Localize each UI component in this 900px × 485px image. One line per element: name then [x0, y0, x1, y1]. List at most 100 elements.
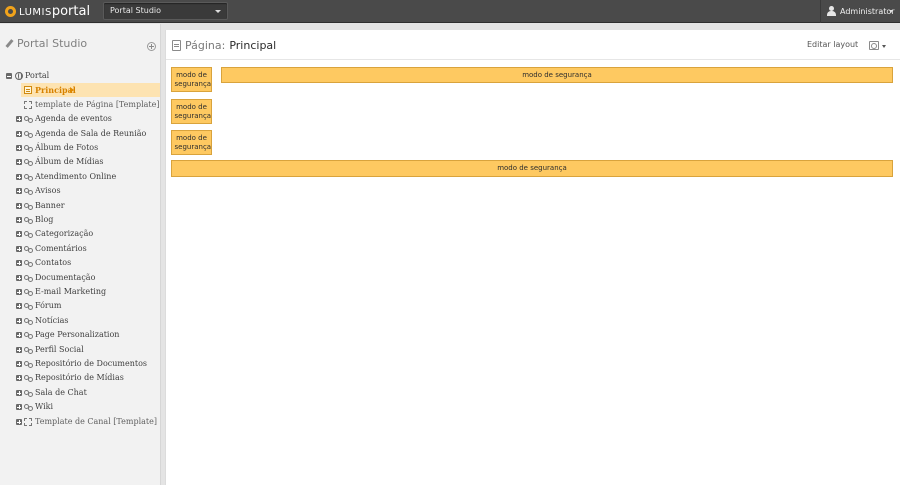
tree-item-label: Documentação [35, 273, 96, 282]
expand-icon[interactable] [16, 116, 22, 122]
tree-item[interactable]: Sala de Chat [0, 386, 160, 400]
channel-icon [24, 158, 33, 166]
page-title: Página: Principal [172, 39, 276, 52]
channel-icon [24, 288, 33, 296]
portal-select[interactable]: Portal Studio [103, 2, 228, 20]
expand-icon[interactable] [16, 361, 22, 367]
safe-mode-block[interactable]: modo de segurança [171, 67, 212, 92]
tree-item[interactable]: E-mail Marketing [0, 285, 160, 299]
user-menu[interactable]: Administrator [820, 0, 900, 23]
safe-mode-block[interactable]: modo de segurança [221, 67, 893, 83]
channel-icon [24, 403, 33, 411]
template-icon [24, 418, 32, 426]
tree-item[interactable]: Banner [0, 199, 160, 213]
safe-mode-text: modo de segurança [174, 133, 212, 151]
safe-mode-block[interactable]: modo de segurança [171, 130, 212, 155]
tree-item-label: Template de Canal [Template] [35, 417, 157, 426]
main-panel: Página: Principal Editar layout modo de … [165, 30, 900, 485]
tree-item-label: Contatos [35, 258, 72, 267]
channel-icon [24, 216, 33, 224]
tree-item-label: Atendimento Online [35, 172, 117, 181]
user-name: Administrator [840, 7, 895, 16]
tree-item-label: Page Personalization [35, 330, 120, 339]
expand-icon[interactable] [16, 318, 22, 324]
expand-icon[interactable] [16, 188, 22, 194]
expand-icon[interactable] [16, 375, 22, 381]
expand-icon[interactable] [16, 260, 22, 266]
expand-icon[interactable] [16, 131, 22, 137]
tree-item-label: Notícias [35, 316, 69, 325]
safe-mode-block[interactable]: modo de segurança [171, 160, 893, 177]
collapse-icon[interactable] [6, 73, 12, 79]
tree-item[interactable]: Álbum de Mídias [0, 155, 160, 169]
expand-icon[interactable] [16, 159, 22, 165]
pencil-icon [5, 39, 14, 48]
tree-item-label: Agenda de Sala de Reunião [35, 129, 147, 138]
caret-right-icon[interactable] [70, 87, 74, 93]
tree-item[interactable]: Page Personalization [0, 328, 160, 342]
tree-item[interactable]: template de Página [Template] [0, 98, 160, 112]
tree-item-label: Álbum de Mídias [35, 157, 104, 166]
expand-icon[interactable] [16, 419, 22, 425]
expand-icon[interactable] [16, 174, 22, 180]
tree-item-label: Perfil Social [35, 345, 84, 354]
page-label: Página: [185, 39, 226, 52]
tree-item[interactable]: Principal [0, 83, 160, 97]
tree-item[interactable]: Documentação [0, 271, 160, 285]
expand-icon[interactable] [16, 289, 22, 295]
tree-item-label: Portal [25, 71, 50, 80]
expand-icon[interactable] [16, 203, 22, 209]
tree-item[interactable]: Perfil Social [0, 343, 160, 357]
tree-item[interactable]: Repositório de Documentos [0, 357, 160, 371]
tree-item[interactable]: Fórum [0, 299, 160, 313]
channel-icon [24, 187, 33, 195]
sidebar-title-text: Portal Studio [17, 37, 88, 50]
tree-item[interactable]: Repositório de Mídias [0, 371, 160, 385]
tree-item[interactable]: Wiki [0, 400, 160, 414]
safe-mode-text: modo de segurança [174, 70, 212, 88]
view-mode-button[interactable] [869, 41, 888, 52]
tree-item[interactable]: Avisos [0, 184, 160, 198]
channel-icon [24, 202, 33, 210]
expand-icon[interactable] [16, 332, 22, 338]
template-icon [24, 101, 32, 109]
channel-icon [24, 317, 33, 325]
tree-item-label: Avisos [35, 186, 61, 195]
expand-icon[interactable] [16, 347, 22, 353]
tree-item-label: Wiki [35, 402, 54, 411]
expand-icon[interactable] [16, 275, 22, 281]
document-icon [172, 40, 181, 51]
expand-icon[interactable] [16, 231, 22, 237]
user-icon [827, 6, 836, 16]
tree-item[interactable]: Template de Canal [Template] [0, 415, 160, 429]
channel-icon [24, 302, 33, 310]
channel-icon [24, 173, 33, 181]
expand-icon[interactable] [16, 404, 22, 410]
tree-item[interactable]: Contatos [0, 256, 160, 270]
safe-mode-block[interactable]: modo de segurança [171, 99, 212, 124]
tree-item[interactable]: Notícias [0, 314, 160, 328]
page-icon [24, 86, 32, 94]
channel-icon [24, 331, 33, 339]
expand-icon[interactable] [16, 390, 22, 396]
tree-item[interactable]: Portal [0, 69, 160, 83]
tree-item[interactable]: Agenda de Sala de Reunião [0, 127, 160, 141]
expand-icon[interactable] [16, 303, 22, 309]
tree-item[interactable]: Agenda de eventos [0, 112, 160, 126]
tree-item[interactable]: Blog [0, 213, 160, 227]
tree-item[interactable]: Categorização [0, 227, 160, 241]
sidebar-collapse-button[interactable] [147, 42, 156, 51]
channel-icon [24, 346, 33, 354]
tree-item-label: Agenda de eventos [35, 114, 112, 123]
lumis-portal-logo[interactable]: LUMISportal [5, 3, 90, 20]
expand-icon[interactable] [16, 246, 22, 252]
edit-layout-button[interactable]: Editar layout [807, 40, 858, 49]
tree-item[interactable]: Álbum de Fotos [0, 141, 160, 155]
tree-item[interactable]: Comentários [0, 242, 160, 256]
expand-icon[interactable] [16, 145, 22, 151]
top-bar: LUMISportal Portal Studio Administrator [0, 0, 900, 23]
tree-item[interactable]: Atendimento Online [0, 170, 160, 184]
expand-icon[interactable] [16, 217, 22, 223]
channel-icon [24, 115, 33, 123]
tree-item-label: E-mail Marketing [35, 287, 107, 296]
